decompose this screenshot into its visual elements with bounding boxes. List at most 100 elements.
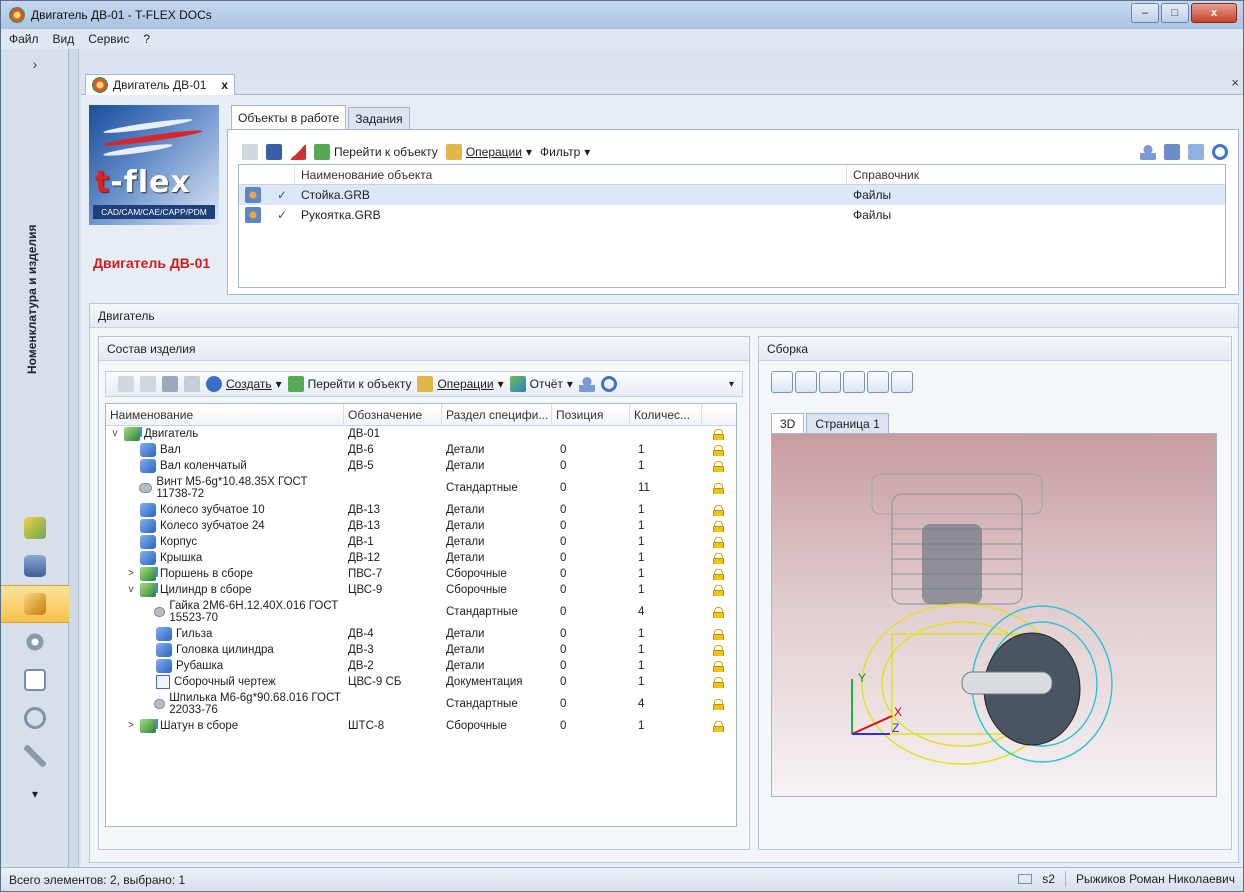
table-row[interactable]: Сборочный чертеж ЦВС-9 СБ Документация 0 1 [106,674,736,690]
table-row[interactable]: > Поршень в сборе ПВС-7 Сборочные 0 1 [106,566,736,582]
user-icon[interactable] [578,376,595,392]
goto-object-button[interactable]: Перейти к объекту [314,144,438,160]
sidebar-item-tools[interactable] [1,737,69,775]
collapse-arrow-icon[interactable]: v [126,584,136,596]
filter-menu[interactable]: Фильтр ▾ [540,145,590,159]
report-menu[interactable]: Отчёт ▾ [509,376,573,392]
sidebar-more-button[interactable]: ▾ [1,775,69,813]
fit-page-icon[interactable] [843,371,865,393]
table-row[interactable]: v Двигатель ДВ-01 [106,426,736,442]
close-tab-icon[interactable]: x [221,78,228,92]
save-icon[interactable] [266,144,282,160]
maximize-button[interactable]: □ [1161,3,1189,23]
column-object-name[interactable]: Наименование объекта [295,165,847,184]
item-section: Документация [446,676,523,688]
zoom-icon[interactable] [795,371,817,393]
table-row[interactable]: v Цилиндр в сборе ЦВС-9 Сборочные 0 1 [106,582,736,598]
fullscreen-icon[interactable] [891,371,913,393]
fit-width-icon[interactable] [819,371,841,393]
column-position[interactable]: Позиция [552,404,630,425]
zoom-window-icon[interactable] [867,371,889,393]
minimize-button[interactable]: – [1131,3,1159,23]
window-icon[interactable] [1188,144,1204,160]
column-lock [702,404,736,425]
table-row[interactable]: Гильза ДВ-4 Детали 0 1 [106,626,736,642]
item-position: 0 [560,568,567,580]
sidebar-splitter[interactable] [69,49,79,867]
tab-objects-in-work[interactable]: Объекты в работе [231,105,347,129]
item-quantity: 4 [638,698,645,710]
column-name[interactable]: Наименование [106,404,344,425]
expand-arrow-icon[interactable]: > [126,720,136,732]
item-name: Сборочный чертеж [174,676,276,688]
checked-icon[interactable]: ✓ [277,189,289,201]
tflex-logo: t-flex CAD/CAM/CAE/CAPP/PDM [89,105,219,225]
refresh-icon[interactable] [1212,144,1228,160]
3d-viewport[interactable]: Y X Z [771,433,1217,797]
table-row[interactable]: Гайка 2М6-6Н.12.40Х.016 ГОСТ 15523-70 Ста… [106,598,736,626]
sidebar-item-links[interactable] [1,699,69,737]
delete-icon[interactable] [184,376,200,392]
envelope-icon [24,669,46,691]
sidebar-item-mail[interactable] [1,661,69,699]
operations-menu[interactable]: Операции ▾ [417,376,504,392]
checked-icon[interactable]: ✓ [277,209,289,221]
tab-3d[interactable]: 3D [771,413,805,433]
table-row[interactable]: Колесо зубчатое 10 ДВ-13 Детали 0 1 [106,502,736,518]
refresh-icon[interactable] [600,376,617,392]
table-row[interactable]: Вал ДВ-6 Детали 0 1 [106,442,736,458]
sidebar-section-label[interactable]: Номенклатура и изделия [25,149,45,449]
table-row[interactable]: Вал коленчатый ДВ-5 Детали 0 1 [106,458,736,474]
object-name: Рукоятка.GRB [301,208,381,222]
tab-tasks[interactable]: Задания [348,107,410,129]
expand-arrow-icon[interactable]: > [126,568,136,580]
document-tab[interactable]: Двигатель ДВ-01 x [85,74,235,95]
table-row[interactable]: Корпус ДВ-1 Детали 0 1 [106,534,736,550]
item-section: Стандартные [446,482,518,494]
toolbar-overflow-icon[interactable]: ▾ [729,379,734,390]
part-icon [140,503,156,517]
user-icon[interactable] [1140,144,1156,160]
menu-view[interactable]: Вид [51,32,77,46]
tab-page-1[interactable]: Страница 1 [806,413,889,433]
close-all-tabs-icon[interactable]: × [1231,75,1239,90]
table-row[interactable]: Крышка ДВ-12 Детали 0 1 [106,550,736,566]
table-row[interactable]: > Шатун в сборе ШТС-8 Сборочные 0 1 [106,718,736,734]
menu-help[interactable]: ? [141,32,152,46]
collapse-arrow-icon[interactable]: v [110,428,120,440]
table-row[interactable]: ✓ Стойка.GRB Файлы [239,185,1225,205]
assembly-icon [140,567,156,581]
sidebar-item-documents[interactable] [1,509,69,547]
menu-file[interactable]: Файл [7,32,41,46]
close-button[interactable]: x [1191,3,1237,23]
part-icon [156,659,172,673]
mail-status-icon[interactable] [1018,874,1033,884]
view-settings-icon[interactable] [1164,144,1180,160]
goto-object-button[interactable]: Перейти к объекту [287,376,411,392]
delete-icon[interactable] [290,144,306,160]
table-row[interactable]: Колесо зубчатое 24 ДВ-13 Детали 0 1 [106,518,736,534]
operations-menu[interactable]: Операции ▾ [445,144,532,160]
table-row[interactable]: Винт М5-6g*10.48.35Х ГОСТ 11738-72 Станда… [106,474,736,502]
edit-icon[interactable] [140,376,156,392]
column-reference[interactable]: Справочник [847,165,1225,184]
sidebar-item-products[interactable] [1,585,69,623]
sidebar-item-database[interactable] [1,547,69,585]
table-row[interactable]: Шпилька М6-6g*90.68.016 ГОСТ 22033-76 Ста… [106,690,736,718]
item-section: Детали [446,660,485,672]
table-row[interactable]: ✓ Рукоятка.GRB Файлы [239,205,1225,225]
sidebar-item-processes[interactable] [1,623,69,661]
save-icon[interactable] [162,376,178,392]
edit-icon[interactable] [242,144,258,160]
expand-sidebar-button[interactable]: › [1,49,69,79]
table-row[interactable]: Головка цилиндра ДВ-3 Детали 0 1 [106,642,736,658]
logo-brand: t-flex [95,165,191,200]
print-icon[interactable] [771,371,793,393]
column-section[interactable]: Раздел специфи... [442,404,552,425]
menu-service[interactable]: Сервис [86,32,131,46]
table-row[interactable]: Рубашка ДВ-2 Детали 0 1 [106,658,736,674]
create-menu[interactable]: Создать ▾ [206,376,282,392]
column-code[interactable]: Обозначение [344,404,442,425]
new-icon[interactable] [118,376,134,392]
column-quantity[interactable]: Количес... [630,404,702,425]
